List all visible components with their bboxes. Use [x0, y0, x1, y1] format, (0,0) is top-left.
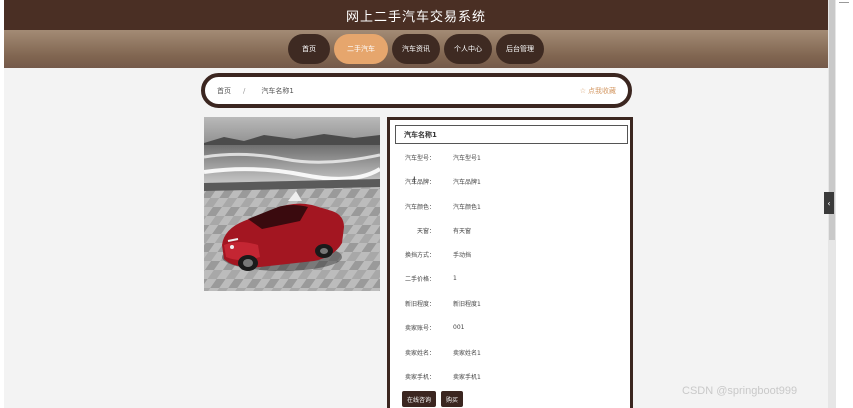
field-row-sunroof: 天窗： 有天窗	[394, 224, 471, 236]
breadcrumb-home-link[interactable]: 首页	[217, 86, 231, 96]
car-name-title: 汽车名称1	[395, 125, 628, 144]
field-label-color: 汽车颜色：	[404, 203, 435, 211]
car-photo-illustration	[204, 117, 380, 291]
breadcrumb: 首页 / 汽车名称1 ☆ 点我收藏	[201, 73, 632, 108]
star-icon: ☆	[579, 86, 586, 95]
field-row-seller-account: 卖家账号： 001	[394, 321, 464, 333]
car-detail-panel: 汽车名称1 汽车型号： 汽车型号1 汽车品牌： 汽车品牌1 汽车颜色： 汽车颜色…	[387, 117, 633, 408]
nav-item-personal-center[interactable]: 个人中心	[444, 34, 492, 64]
field-value-price: 1	[453, 274, 457, 282]
field-value-condition: 新旧程度1	[453, 300, 481, 308]
field-label-transmission: 换挡方式：	[404, 251, 435, 259]
main-nav: 首页 二手汽车 汽车资讯 个人中心 后台管理	[4, 30, 828, 68]
field-value-seller-name: 卖家姓名1	[453, 349, 481, 357]
field-label-seller-account: 卖家账号：	[404, 324, 435, 332]
field-value-sunroof: 有天窗	[453, 227, 472, 235]
nav-item-home[interactable]: 首页	[288, 34, 330, 64]
field-value-seller-account: 001	[453, 323, 465, 331]
site-title: 网上二手汽车交易系统	[345, 9, 486, 25]
page: 网上二手汽车交易系统 首页 二手汽车 汽车资讯 个人中心 后台管理 首页 / 汽…	[4, 0, 828, 408]
field-value-transmission: 手动挡	[453, 251, 472, 259]
field-value-seller-phone: 卖家手机1	[453, 373, 481, 381]
breadcrumb-current: 汽车名称1	[261, 86, 294, 95]
nav-item-car-news[interactable]: 汽车资讯	[392, 34, 440, 64]
field-row-price: 二手价格： 1	[394, 272, 457, 284]
field-label-seller-name: 卖家姓名：	[404, 349, 435, 357]
side-panel-toggle[interactable]: ‹	[824, 192, 834, 214]
field-row-seller-name: 卖家姓名： 卖家姓名1	[394, 346, 481, 358]
nav-item-used-cars[interactable]: 二手汽车	[334, 34, 388, 64]
field-label-model: 汽车型号：	[404, 154, 435, 162]
field-label-seller-phone: 卖家手机：	[404, 373, 435, 381]
field-row-color: 汽车颜色： 汽车颜色1	[394, 200, 481, 212]
buy-button[interactable]: 购买	[441, 391, 463, 407]
field-row-brand: 汽车品牌： 汽车品牌1	[394, 175, 481, 187]
field-label-sunroof: 天窗：	[416, 227, 435, 235]
nav-item-admin[interactable]: 后台管理	[496, 34, 544, 64]
field-row-seller-phone: 卖家手机： 卖家手机1	[394, 370, 481, 382]
field-value-brand: 汽车品牌1	[453, 178, 481, 186]
text-cursor-icon: I	[413, 176, 416, 186]
field-row-condition: 新旧程度： 新旧程度1	[394, 297, 481, 309]
field-value-model: 汽车型号1	[453, 154, 481, 162]
favorite-label: 点我收藏	[588, 86, 616, 95]
field-value-color: 汽车颜色1	[453, 203, 481, 211]
field-label-brand: 汽车品牌：	[404, 178, 435, 186]
field-label-condition: 新旧程度：	[404, 300, 435, 308]
car-photo	[204, 117, 380, 291]
favorite-button[interactable]: ☆ 点我收藏	[580, 86, 616, 96]
online-consult-button[interactable]: 在线咨询	[402, 391, 436, 407]
corner-divider	[839, 2, 849, 3]
field-row-model: 汽车型号： 汽车型号1	[394, 151, 481, 163]
field-label-price: 二手价格：	[404, 275, 435, 283]
site-header: 网上二手汽车交易系统	[4, 0, 828, 30]
field-row-transmission: 换挡方式： 手动挡	[394, 248, 471, 260]
watermark: CSDN @springboot999	[682, 385, 798, 397]
breadcrumb-separator: /	[243, 86, 246, 95]
